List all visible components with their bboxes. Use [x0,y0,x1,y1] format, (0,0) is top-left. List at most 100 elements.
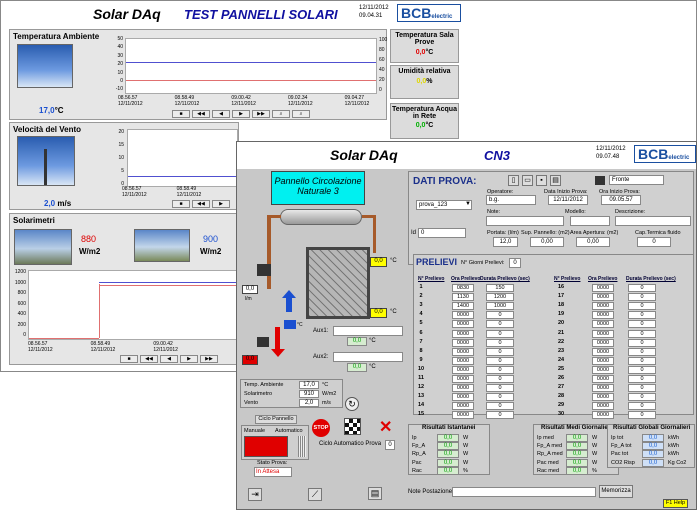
prelievo-ora-cell[interactable]: 0000 [592,365,614,374]
play-icon[interactable]: ▶ [180,355,198,363]
prelievo-durata-cell[interactable]: 0 [628,356,656,365]
prelievo-durata-cell[interactable]: 0 [486,320,514,329]
auto-switch[interactable] [298,436,306,457]
prelievo-ora-cell[interactable]: 0000 [452,384,474,393]
prelievo-durata-cell[interactable]: 0 [628,293,656,302]
forward-icon[interactable]: ▶▶ [252,110,270,118]
prelievo-durata-cell[interactable]: 0 [628,302,656,311]
new-file-icon[interactable]: ▯ [508,175,519,186]
aux1-field[interactable] [333,326,403,336]
prelievo-durata-cell[interactable]: 0 [486,393,514,402]
chevron-down-icon[interactable]: ▼ [465,201,471,207]
prelievo-ora-cell[interactable]: 0000 [452,356,474,365]
note-field[interactable] [486,216,564,226]
prelievo-ora-cell[interactable]: 0000 [452,375,474,383]
data-field[interactable]: 12/11/2012 [548,195,588,205]
stop-icon[interactable]: ■ [172,200,190,208]
exit-icon[interactable]: ⇥ [248,488,262,501]
front-field[interactable]: Fronte [609,175,664,185]
prelievo-ora-cell[interactable]: 0000 [592,393,614,402]
checkered-flag-icon[interactable] [344,418,361,435]
prelievo-durata-cell[interactable]: 0 [628,338,656,347]
ora-field[interactable]: 09.05.57 [601,195,641,205]
prelievo-ora-cell[interactable]: 0830 [452,284,474,292]
prelievo-ora-cell[interactable]: 0000 [592,347,614,356]
prelievo-durata-cell[interactable]: 0 [628,365,656,374]
prelievo-ora-cell[interactable]: 0000 [452,338,474,347]
prelievo-durata-cell[interactable]: 0 [486,375,514,383]
prelievo-ora-cell[interactable]: 0000 [452,393,474,402]
prelievo-ora-cell[interactable]: 0000 [452,411,474,420]
prelievo-durata-cell[interactable]: 0 [486,411,514,420]
prelievo-ora-cell[interactable]: 0000 [592,329,614,338]
play-back-icon[interactable]: ◀ [212,110,230,118]
open-folder-icon[interactable]: ▭ [522,175,533,186]
prelievo-ora-cell[interactable]: 0000 [452,329,474,338]
prelievo-ora-cell[interactable]: 0000 [452,365,474,374]
prelievo-durata-cell[interactable]: 150 [486,284,514,292]
prova-select[interactable]: prova_123 [416,200,472,210]
prelievo-durata-cell[interactable]: 0 [486,384,514,393]
prelievo-ora-cell[interactable]: 0000 [592,311,614,320]
note-postazione-field[interactable] [452,487,596,497]
stop-button[interactable]: STOP [312,419,330,437]
prelievo-ora-cell[interactable]: 0000 [592,411,614,420]
cap-termica-field[interactable]: 0 [637,237,671,247]
stop-icon[interactable]: ■ [172,110,190,118]
help-button[interactable]: F1 Help [663,499,688,508]
play-icon[interactable]: ▶ [212,200,230,208]
prelievo-durata-cell[interactable]: 0 [628,384,656,393]
prelievo-ora-cell[interactable]: 0000 [452,347,474,356]
zoom-icon[interactable]: ⌕ [272,110,290,118]
print-icon[interactable]: ▤ [550,175,561,186]
report-icon[interactable]: ▤ [368,487,382,500]
prelievo-ora-cell[interactable]: 0000 [452,311,474,320]
refresh-icon[interactable]: ↻ [345,397,359,411]
prelievo-durata-cell[interactable]: 1000 [486,302,514,311]
prelievo-durata-cell[interactable]: 0 [486,402,514,411]
temperature-chart-controls[interactable]: ■ ◀◀ ◀ ▶ ▶▶ ⌕ ⌕ [172,110,310,118]
prelievo-ora-cell[interactable]: 0000 [592,284,614,292]
chart-icon[interactable]: ⟋ [308,488,322,501]
prelievo-ora-cell[interactable]: 0000 [592,302,614,311]
prelievo-durata-cell[interactable]: 0 [628,402,656,411]
prelievo-ora-cell[interactable]: 1400 [452,302,474,311]
giorni-prelievi-field[interactable]: 0 [509,258,521,268]
modello-field[interactable] [570,216,610,226]
prelievo-ora-cell[interactable]: 0000 [452,402,474,411]
prelievo-ora-cell[interactable]: 0000 [592,402,614,411]
prelievo-durata-cell[interactable]: 0 [628,375,656,383]
prelievo-ora-cell[interactable]: 0000 [592,320,614,329]
manual-toggle[interactable] [244,436,288,457]
descrizione-field[interactable] [615,216,691,226]
id-field[interactable]: 0 [418,228,466,238]
prelievo-durata-cell[interactable]: 0 [486,311,514,320]
area-field[interactable]: 0,00 [576,237,610,247]
forward-icon[interactable]: ▶▶ [200,355,218,363]
prelievo-durata-cell[interactable]: 1200 [486,293,514,302]
prelievo-durata-cell[interactable]: 0 [486,356,514,365]
solarimeter-chart-controls[interactable]: ■ ◀◀ ◀ ▶ ▶▶ [120,355,218,363]
memorizza-button[interactable]: Memorizza [599,485,633,498]
prelievo-ora-cell[interactable]: 0000 [592,293,614,302]
prelievo-durata-cell[interactable]: 0 [628,284,656,292]
prelievo-ora-cell[interactable]: 0000 [592,356,614,365]
prelievo-durata-cell[interactable]: 0 [628,311,656,320]
prelievo-durata-cell[interactable]: 0 [628,393,656,402]
rewind-icon[interactable]: ◀◀ [192,110,210,118]
wind-chart-controls[interactable]: ■ ◀◀ ▶ [172,200,230,208]
superficie-field[interactable]: 0,00 [530,237,564,247]
prelievo-durata-cell[interactable]: 0 [628,320,656,329]
rewind-icon[interactable]: ◀◀ [140,355,158,363]
prelievo-ora-cell[interactable]: 0000 [592,338,614,347]
play-back-icon[interactable]: ◀ [160,355,178,363]
prelievo-durata-cell[interactable]: 0 [486,365,514,374]
rewind-icon[interactable]: ◀◀ [192,200,210,208]
prelievo-durata-cell[interactable]: 0 [628,411,656,420]
prelievo-durata-cell[interactable]: 0 [628,347,656,356]
stop-icon[interactable]: ■ [120,355,138,363]
portata-field[interactable]: 12,0 [493,237,518,247]
prelievo-ora-cell[interactable]: 0000 [452,320,474,329]
operatore-field[interactable]: b.g. [486,195,536,205]
save-icon[interactable]: ▪ [536,175,547,186]
